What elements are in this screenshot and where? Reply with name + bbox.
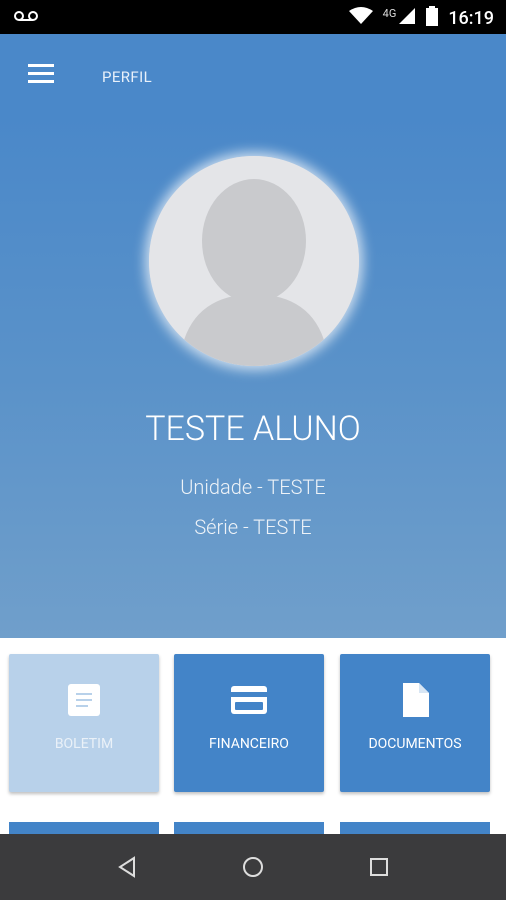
profile-header: TESTE ALUNO Unidade - TESTE Série - TEST… <box>0 114 506 638</box>
voicemail-icon <box>14 8 38 27</box>
recents-square-icon <box>370 858 388 876</box>
network-type: 4G <box>382 6 397 20</box>
student-series: Série - TESTE <box>194 515 312 539</box>
home-button[interactable] <box>238 852 268 882</box>
clock: 16:19 <box>448 7 494 29</box>
tile-partial[interactable] <box>340 822 490 834</box>
status-bar: 4G 16:19 <box>0 0 506 34</box>
avatar <box>149 156 359 366</box>
tile-label: BOLETIM <box>54 736 114 752</box>
tile-financeiro[interactable]: FINANCEIRO <box>174 654 324 792</box>
tile-label: DOCUMENTOS <box>368 736 462 752</box>
system-nav-bar <box>0 834 506 900</box>
recents-button[interactable] <box>364 852 394 882</box>
wifi-icon <box>348 7 373 29</box>
document-lines-icon <box>68 684 100 716</box>
back-button[interactable] <box>112 852 142 882</box>
credit-card-icon <box>231 686 267 714</box>
student-unit: Unidade - TESTE <box>180 475 326 499</box>
back-triangle-icon <box>118 856 135 878</box>
hamburger-menu-icon <box>28 64 54 83</box>
tile-documentos[interactable]: DOCUMENTOS <box>340 654 490 792</box>
menu-button[interactable] <box>28 60 58 88</box>
tile-partial[interactable] <box>9 822 159 834</box>
student-name: TESTE ALUNO <box>145 409 361 449</box>
battery-icon <box>426 6 439 30</box>
cell-signal-icon <box>398 7 416 29</box>
tile-partial[interactable] <box>174 822 324 834</box>
file-icon <box>403 683 429 717</box>
home-circle-icon <box>243 857 263 877</box>
menu-tiles: BOLETIM FINANCEIRO DOCUMENTOS <box>0 638 506 834</box>
page-title: PERFIL <box>102 68 153 86</box>
tile-boletim[interactable]: BOLETIM <box>9 654 159 792</box>
person-silhouette-icon <box>149 156 359 366</box>
app-bar: PERFIL <box>0 34 506 114</box>
tile-label: FINANCEIRO <box>209 736 289 752</box>
